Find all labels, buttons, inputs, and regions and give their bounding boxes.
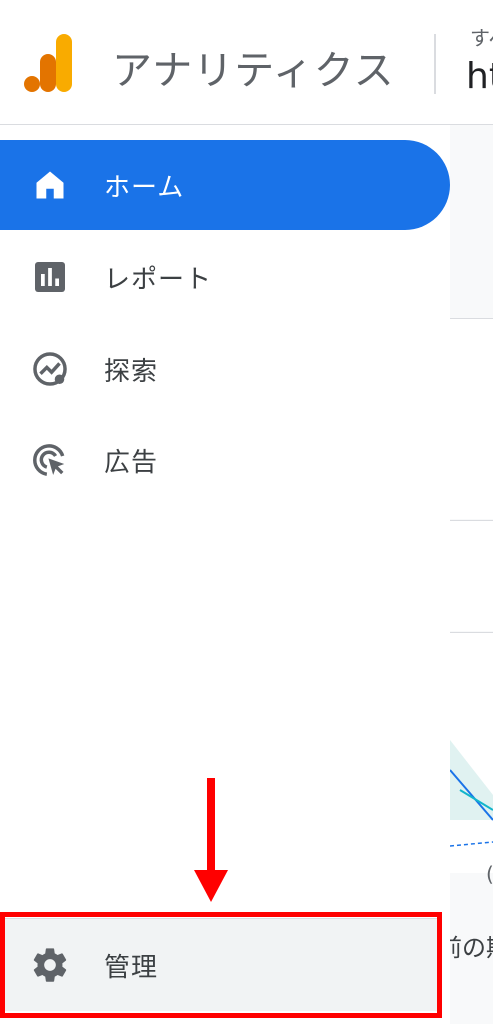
sidebar-item-label: レポート (104, 264, 213, 295)
gear-icon (30, 945, 70, 985)
chart-axis-label: ( (486, 862, 493, 886)
sidebar-item-label: ホーム (104, 172, 185, 203)
sidebar-item-label: 探索 (104, 356, 159, 387)
header-divider (434, 34, 436, 94)
home-icon (30, 165, 70, 205)
analytics-logo-icon (24, 34, 72, 92)
explore-icon (30, 349, 70, 389)
sidebar-item-reports[interactable]: レポート (0, 232, 450, 322)
sidebar-item-admin[interactable]: 管理 (0, 918, 438, 1011)
sidebar-item-home[interactable]: ホーム (0, 140, 450, 230)
ads-cursor-icon (30, 440, 70, 480)
sidebar-item-label: 広告 (104, 447, 159, 478)
sidebar-item-ads[interactable]: 広告 (0, 415, 450, 505)
app-title: アナリティクス (112, 48, 395, 94)
account-selector-name[interactable]: ht (466, 56, 493, 97)
sidebar-item-explore[interactable]: 探索 (0, 324, 450, 414)
analytics-page: アナリティクス すべ ht ( 前の期 ホーム (0, 0, 493, 1024)
trend-chart (450, 740, 493, 847)
content-card (450, 520, 493, 631)
bar-chart-icon (30, 257, 70, 297)
red-arrow-annotation (194, 778, 228, 902)
account-selector-label[interactable]: すべ (470, 22, 493, 51)
top-bar: アナリティクス すべ ht (0, 0, 493, 125)
content-card (450, 318, 493, 519)
sidebar-item-label: 管理 (104, 953, 159, 983)
